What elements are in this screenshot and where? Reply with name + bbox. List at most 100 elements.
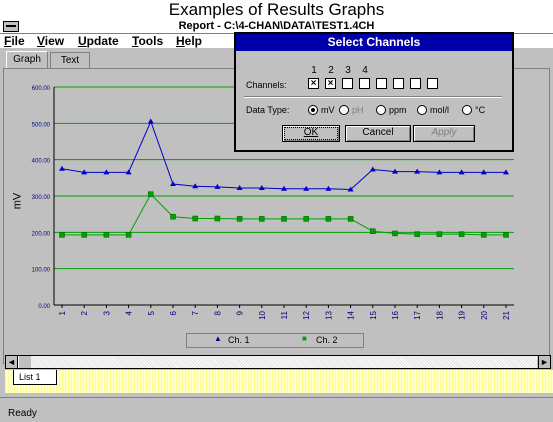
y-tick-label: 100.00 [32,268,51,274]
window-title: Report - C:\4-CHAN\DATA\TEST1.4CH [178,20,375,32]
ok-button[interactable]: OK [282,125,340,142]
y-tick-label: 600.00 [32,86,51,92]
menu-help[interactable]: Help [176,34,202,48]
report-window: Report - C:\4-CHAN\DATA\TEST1.4CH File V… [0,19,553,422]
channel-checkbox-7[interactable] [410,78,421,89]
horizontal-scrollbar[interactable]: ◄ ► [5,355,551,369]
channel-checkbox-2[interactable]: × [325,78,336,89]
y-tick-label: 500.00 [32,122,51,128]
x-tick-label: 21 [502,310,511,319]
apply-button-label: Apply [431,127,457,138]
x-tick-label: 4 [125,310,134,315]
scroll-right-arrow-icon[interactable]: ► [538,356,550,368]
channel-number-1: 1 [311,65,317,76]
y-tick-label: 200.00 [32,231,51,237]
channel-checkbox-6[interactable] [393,78,404,89]
x-tick-label: 20 [480,310,489,319]
datatype-label: Data Type: [246,105,290,115]
x-tick-label: 12 [302,310,311,319]
menu-update-rest: pdate [86,34,119,48]
x-tick-label: 1 [58,310,67,315]
channel-checkbox-8[interactable] [427,78,438,89]
channel-checkbox-4[interactable] [359,78,370,89]
data-point-ch2 [503,232,509,238]
x-tick-label: 16 [391,310,400,319]
channel-checkbox-5[interactable] [376,78,387,89]
tab-graph[interactable]: Graph [6,51,48,69]
data-point-ch1 [59,165,65,171]
radio-ppm-label: ppm [389,105,407,115]
legend-ch2-label: Ch. 2 [316,335,338,345]
select-channels-dialog: Select Channels Channels: 1 2 3 4 × × Dat… [234,32,514,152]
menu-view[interactable]: View [37,34,64,48]
menu-view-accel: V [37,34,45,48]
data-point-ch2 [170,213,176,220]
x-tick-label: 7 [191,310,200,315]
apply-button[interactable]: Apply [413,125,475,142]
dialog-title: Select Channels [236,34,512,51]
radio-celsius[interactable] [462,105,472,115]
data-point-ch2 [436,231,443,237]
tab-text[interactable]: Text [50,52,90,69]
channel-checkbox-3[interactable] [342,78,353,89]
channel-checkbox-1[interactable]: × [308,78,319,89]
radio-mv-label: mV [321,105,335,115]
scroll-thumb[interactable] [18,356,32,368]
x-tick-label: 14 [347,310,356,319]
x-tick-label: 9 [236,310,245,315]
sheet-tab-bar: List 1 [5,370,553,393]
menu-update[interactable]: Update [78,34,119,48]
status-bar: Ready [0,397,553,422]
x-tick-label: 3 [102,310,111,315]
data-point-ch1 [170,181,176,187]
data-point-ch2 [214,215,221,222]
menu-help-accel: H [176,34,185,48]
x-tick-label: 11 [280,310,289,319]
y-tick-label: 400.00 [32,159,51,165]
x-tick-label: 19 [458,310,467,319]
x-tick-label: 6 [169,310,178,315]
x-tick-label: 18 [435,310,444,319]
x-tick-label: 10 [258,310,267,319]
channel-number-3: 3 [345,65,351,76]
x-tick-label: 15 [369,310,378,319]
data-point-ch2 [192,215,198,222]
data-point-ch2 [236,216,243,222]
data-point-ch2 [481,232,487,238]
data-point-ch2 [103,232,110,238]
cancel-button-label: Cancel [362,127,394,138]
x-tick-label: 2 [80,310,89,315]
radio-ppm[interactable] [376,105,386,115]
cancel-button[interactable]: Cancel [345,125,411,142]
chart-legend: ▲ Ch. 1 ■ Ch. 2 [186,333,364,348]
sheet-tab-list1[interactable]: List 1 [13,370,57,385]
data-point-ch2 [281,216,287,222]
dialog-separator [244,96,502,98]
scroll-track[interactable] [31,356,537,368]
ok-button-label: OK [303,127,319,138]
x-tick-label: 13 [324,310,333,319]
menu-tools[interactable]: Tools [132,34,163,48]
channel-number-4: 4 [362,65,368,76]
menu-file-rest: ile [11,34,25,48]
radio-ph-label: pH [352,105,364,115]
radio-mv[interactable] [308,105,318,115]
scroll-left-arrow-icon[interactable]: ◄ [6,356,18,368]
data-point-ch2 [414,231,420,237]
data-point-ch2 [125,232,132,238]
channels-label: Channels: [246,80,287,90]
data-point-ch2 [370,228,376,234]
series-line-2 [62,193,506,236]
radio-ph[interactable] [339,105,349,115]
menu-update-accel: U [78,34,87,48]
y-tick-label: 300.00 [32,195,51,201]
menu-file[interactable]: File [4,34,25,48]
status-text: Ready [8,408,37,419]
radio-mol-label: mol/l [430,105,450,115]
legend-ch1-triangle-icon: ▲ [214,334,222,343]
data-point-ch2 [259,216,265,222]
radio-mol[interactable] [417,105,427,115]
menu-tools-rest: ools [138,34,164,48]
menu-view-rest: iew [44,34,65,48]
menu-help-rest: elp [184,34,203,48]
